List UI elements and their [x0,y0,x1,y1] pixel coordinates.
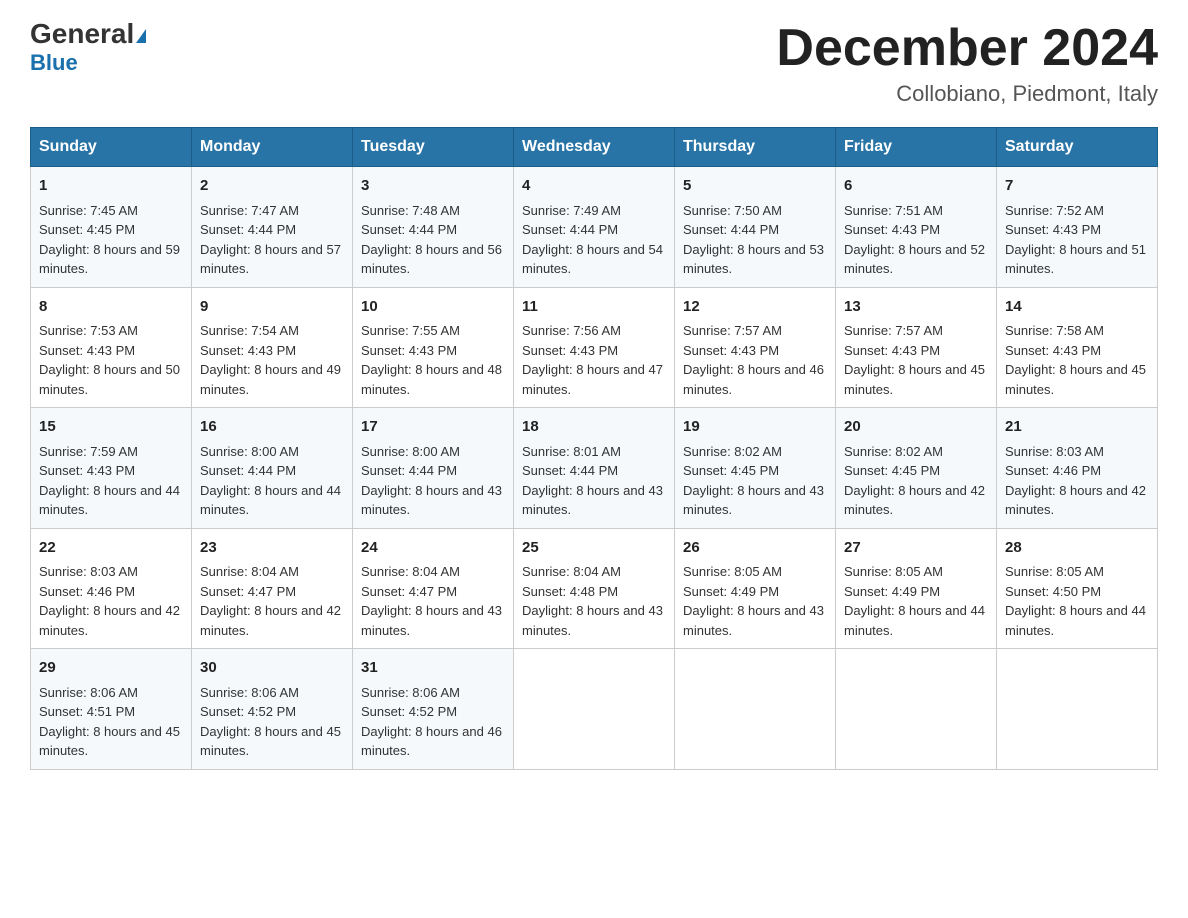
day-number: 31 [361,657,505,680]
page-header: General Blue December 2024 Collobiano, P… [30,20,1158,107]
calendar-cell: 13Sunrise: 7:57 AMSunset: 4:43 PMDayligh… [836,287,997,408]
day-number: 18 [522,416,666,439]
col-thursday: Thursday [675,128,836,167]
day-number: 15 [39,416,183,439]
calendar-cell: 24Sunrise: 8:04 AMSunset: 4:47 PMDayligh… [353,528,514,649]
calendar-cell: 6Sunrise: 7:51 AMSunset: 4:43 PMDaylight… [836,167,997,288]
day-number: 17 [361,416,505,439]
calendar-cell: 25Sunrise: 8:04 AMSunset: 4:48 PMDayligh… [514,528,675,649]
calendar-cell: 28Sunrise: 8:05 AMSunset: 4:50 PMDayligh… [997,528,1158,649]
col-friday: Friday [836,128,997,167]
calendar-cell: 22Sunrise: 8:03 AMSunset: 4:46 PMDayligh… [31,528,192,649]
col-monday: Monday [192,128,353,167]
calendar-cell: 31Sunrise: 8:06 AMSunset: 4:52 PMDayligh… [353,649,514,770]
calendar-cell: 7Sunrise: 7:52 AMSunset: 4:43 PMDaylight… [997,167,1158,288]
day-number: 25 [522,537,666,560]
calendar-cell: 10Sunrise: 7:55 AMSunset: 4:43 PMDayligh… [353,287,514,408]
day-number: 21 [1005,416,1149,439]
calendar-cell: 14Sunrise: 7:58 AMSunset: 4:43 PMDayligh… [997,287,1158,408]
day-number: 16 [200,416,344,439]
day-number: 12 [683,296,827,319]
day-number: 20 [844,416,988,439]
day-number: 14 [1005,296,1149,319]
day-number: 9 [200,296,344,319]
calendar-cell: 17Sunrise: 8:00 AMSunset: 4:44 PMDayligh… [353,408,514,529]
col-wednesday: Wednesday [514,128,675,167]
day-number: 30 [200,657,344,680]
calendar-cell: 5Sunrise: 7:50 AMSunset: 4:44 PMDaylight… [675,167,836,288]
calendar-week-row: 29Sunrise: 8:06 AMSunset: 4:51 PMDayligh… [31,649,1158,770]
calendar-cell: 21Sunrise: 8:03 AMSunset: 4:46 PMDayligh… [997,408,1158,529]
calendar-cell: 26Sunrise: 8:05 AMSunset: 4:49 PMDayligh… [675,528,836,649]
col-tuesday: Tuesday [353,128,514,167]
day-number: 7 [1005,175,1149,198]
month-title: December 2024 [776,20,1158,77]
day-number: 3 [361,175,505,198]
calendar-cell: 18Sunrise: 8:01 AMSunset: 4:44 PMDayligh… [514,408,675,529]
day-number: 28 [1005,537,1149,560]
calendar-cell: 23Sunrise: 8:04 AMSunset: 4:47 PMDayligh… [192,528,353,649]
day-number: 19 [683,416,827,439]
calendar-week-row: 15Sunrise: 7:59 AMSunset: 4:43 PMDayligh… [31,408,1158,529]
calendar-cell: 2Sunrise: 7:47 AMSunset: 4:44 PMDaylight… [192,167,353,288]
day-number: 5 [683,175,827,198]
day-number: 11 [522,296,666,319]
calendar-cell: 19Sunrise: 8:02 AMSunset: 4:45 PMDayligh… [675,408,836,529]
calendar-week-row: 1Sunrise: 7:45 AMSunset: 4:45 PMDaylight… [31,167,1158,288]
logo-general: General [30,18,134,49]
day-number: 10 [361,296,505,319]
calendar-cell: 3Sunrise: 7:48 AMSunset: 4:44 PMDaylight… [353,167,514,288]
day-number: 27 [844,537,988,560]
calendar-cell [836,649,997,770]
day-number: 1 [39,175,183,198]
calendar-cell: 1Sunrise: 7:45 AMSunset: 4:45 PMDaylight… [31,167,192,288]
title-block: December 2024 Collobiano, Piedmont, Ital… [776,20,1158,107]
calendar-cell: 11Sunrise: 7:56 AMSunset: 4:43 PMDayligh… [514,287,675,408]
day-number: 23 [200,537,344,560]
day-number: 4 [522,175,666,198]
calendar-week-row: 8Sunrise: 7:53 AMSunset: 4:43 PMDaylight… [31,287,1158,408]
calendar-cell [514,649,675,770]
logo-triangle-icon [136,29,146,43]
day-number: 8 [39,296,183,319]
calendar-cell: 12Sunrise: 7:57 AMSunset: 4:43 PMDayligh… [675,287,836,408]
calendar-cell: 27Sunrise: 8:05 AMSunset: 4:49 PMDayligh… [836,528,997,649]
day-number: 22 [39,537,183,560]
day-number: 13 [844,296,988,319]
logo: General Blue [30,20,146,76]
col-sunday: Sunday [31,128,192,167]
calendar-cell: 15Sunrise: 7:59 AMSunset: 4:43 PMDayligh… [31,408,192,529]
calendar-cell: 4Sunrise: 7:49 AMSunset: 4:44 PMDaylight… [514,167,675,288]
calendar-cell: 8Sunrise: 7:53 AMSunset: 4:43 PMDaylight… [31,287,192,408]
calendar-cell [675,649,836,770]
location-title: Collobiano, Piedmont, Italy [776,81,1158,107]
calendar-table: Sunday Monday Tuesday Wednesday Thursday… [30,127,1158,770]
day-number: 26 [683,537,827,560]
day-number: 24 [361,537,505,560]
calendar-cell [997,649,1158,770]
calendar-week-row: 22Sunrise: 8:03 AMSunset: 4:46 PMDayligh… [31,528,1158,649]
calendar-cell: 16Sunrise: 8:00 AMSunset: 4:44 PMDayligh… [192,408,353,529]
calendar-cell: 30Sunrise: 8:06 AMSunset: 4:52 PMDayligh… [192,649,353,770]
calendar-cell: 20Sunrise: 8:02 AMSunset: 4:45 PMDayligh… [836,408,997,529]
day-number: 2 [200,175,344,198]
day-number: 29 [39,657,183,680]
day-number: 6 [844,175,988,198]
calendar-header-row: Sunday Monday Tuesday Wednesday Thursday… [31,128,1158,167]
calendar-cell: 29Sunrise: 8:06 AMSunset: 4:51 PMDayligh… [31,649,192,770]
col-saturday: Saturday [997,128,1158,167]
calendar-cell: 9Sunrise: 7:54 AMSunset: 4:43 PMDaylight… [192,287,353,408]
logo-blue: Blue [30,50,78,76]
